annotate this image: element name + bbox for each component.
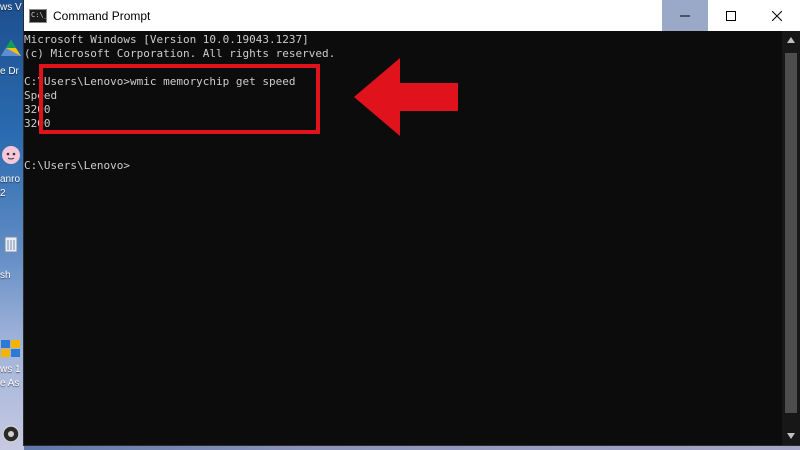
desktop-label: e As <box>0 378 20 389</box>
drive-icon[interactable] <box>0 38 22 60</box>
scroll-down-button[interactable] <box>782 427 800 445</box>
desktop-label: e Dr <box>0 66 19 77</box>
settings-icon[interactable] <box>0 423 22 445</box>
red-arrow-icon <box>354 58 458 136</box>
console-line: Microsoft Windows [Version 10.0.19043.12… <box>24 33 309 46</box>
desktop-label: ws 1 <box>0 364 21 375</box>
close-button[interactable] <box>754 0 800 31</box>
scroll-up-button[interactable] <box>782 31 800 49</box>
chevron-down-icon <box>787 433 795 439</box>
command-prompt-window: Command Prompt Microsoft Windows [Vers <box>24 0 800 445</box>
command-prompt-icon <box>29 8 48 23</box>
highlight-box <box>39 64 320 134</box>
maximize-icon <box>726 10 736 21</box>
minimize-button[interactable] <box>662 0 708 31</box>
chevron-up-icon <box>787 37 795 43</box>
desktop-label: ws V <box>0 2 22 13</box>
console-line: C:\Users\Lenovo> <box>24 159 130 172</box>
desktop-label: anro <box>0 174 21 185</box>
minimize-icon <box>680 15 690 16</box>
maximize-button[interactable] <box>708 0 754 31</box>
window-title: Command Prompt <box>53 8 151 23</box>
vertical-scrollbar[interactable] <box>782 31 800 445</box>
recycle-bin-icon[interactable] <box>0 233 22 255</box>
character-icon[interactable] <box>0 144 22 166</box>
titlebar[interactable]: Command Prompt <box>24 0 800 31</box>
desktop-strip: ws V e Dr anro 2 sh ws 1 e As <box>0 0 24 450</box>
scroll-thumb[interactable] <box>785 53 797 413</box>
close-icon <box>772 10 782 21</box>
desktop-label: sh <box>0 270 11 281</box>
window-controls <box>662 0 800 31</box>
desktop-label: 2 <box>0 188 6 199</box>
windows-shield-icon[interactable] <box>0 337 22 359</box>
